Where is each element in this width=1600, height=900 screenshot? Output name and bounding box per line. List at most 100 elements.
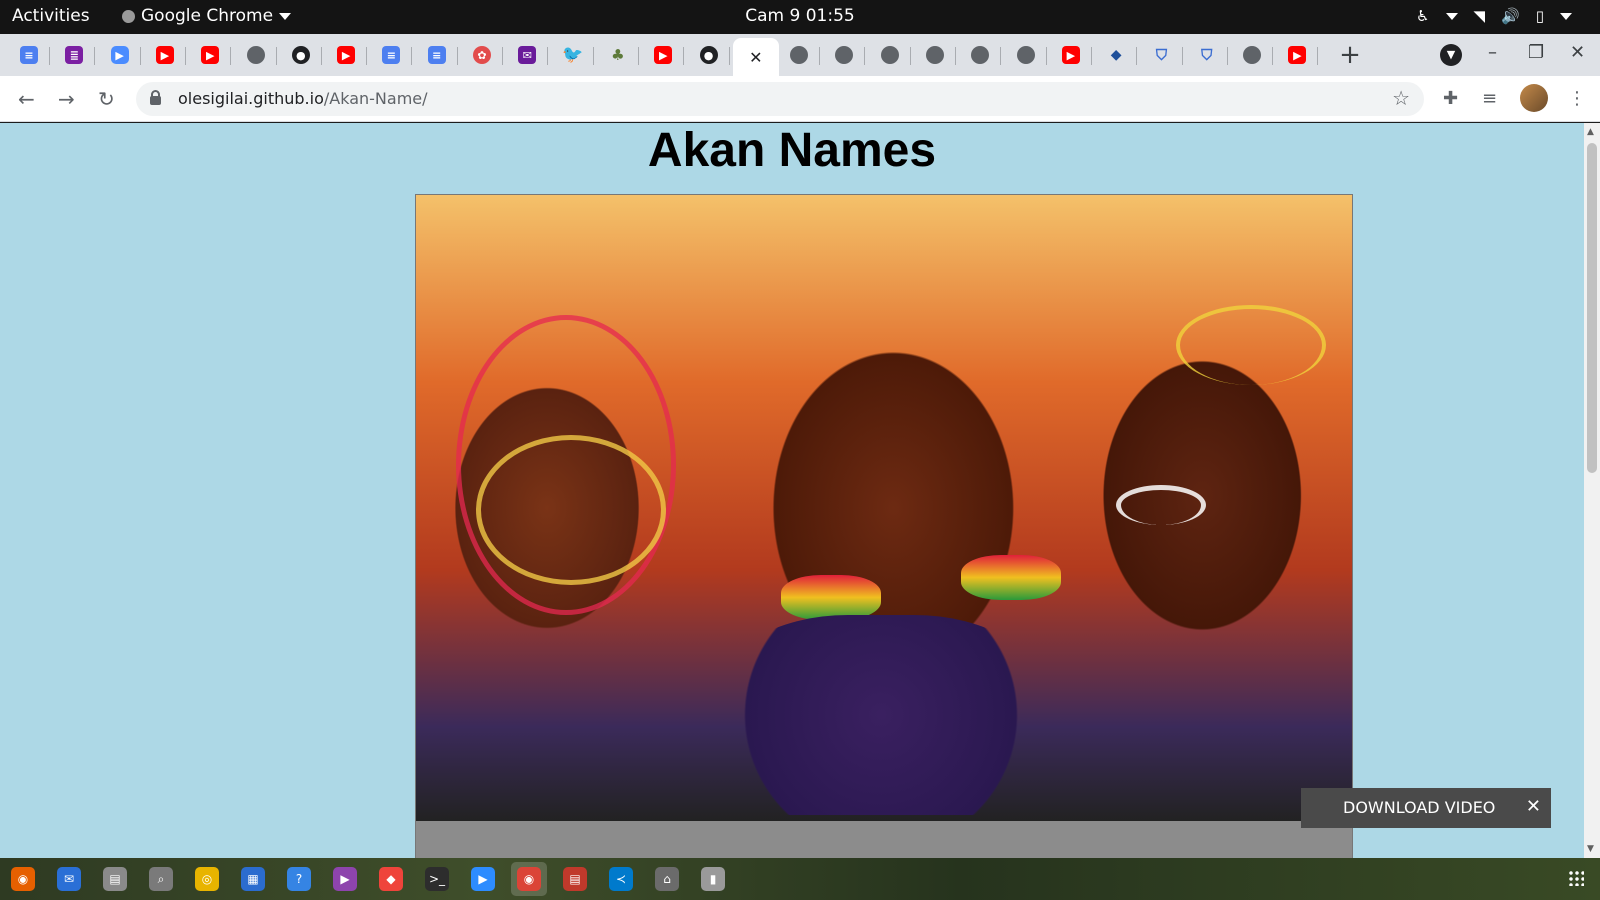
close-overlay-icon[interactable]: ✕ — [1526, 796, 1541, 817]
browser-tab[interactable]: ≡ — [416, 39, 458, 71]
browser-tab[interactable]: ▶ — [189, 39, 232, 71]
browser-tab[interactable]: ▶ — [1276, 39, 1319, 71]
vscode-icon[interactable]: ≺ — [608, 866, 634, 892]
drive-icon[interactable]: ▮ — [700, 866, 726, 892]
video-icon[interactable]: ▶ — [332, 866, 358, 892]
document-viewer-icon[interactable]: ▤ — [562, 866, 588, 892]
browser-tab[interactable]: ◆ — [1095, 39, 1138, 71]
show-applications-icon[interactable] — [1568, 870, 1584, 886]
extensions-puzzle-icon[interactable]: ✚ — [1443, 88, 1458, 109]
docs-icon: ≡ — [20, 46, 38, 64]
active-tab-close-icon[interactable]: ✕ — [749, 48, 762, 67]
browser-tab[interactable]: 🐦 — [552, 39, 594, 71]
firefox-glyph: ◉ — [11, 867, 35, 891]
chevron-down-icon — [1560, 12, 1572, 20]
activities-button[interactable]: Activities — [12, 6, 90, 26]
firefox-icon[interactable]: ◉ — [10, 866, 36, 892]
browser-tab[interactable]: ● — [280, 39, 322, 71]
tab-active[interactable]: ✕ — [732, 38, 779, 76]
youtube-icon: ▶ — [1288, 46, 1307, 64]
minimize-button[interactable]: – — [1488, 42, 1497, 63]
browser-tab[interactable]: ▶ — [325, 39, 368, 71]
writer-icon[interactable]: ▦ — [240, 866, 266, 892]
browser-tab[interactable]: ● — [688, 39, 730, 71]
github-icon: ● — [291, 46, 310, 64]
app-menu[interactable]: Google Chrome — [122, 6, 292, 26]
docs-icon: ≡ — [382, 46, 401, 64]
zoom-icon[interactable]: ▶ — [470, 866, 496, 892]
files-icon[interactable]: ▤ — [102, 866, 128, 892]
url-text[interactable]: olesigilai.github.io/Akan-Name/ — [178, 89, 428, 108]
docs-icon: ≡ — [427, 46, 446, 64]
browser-tab[interactable]: ▶ — [99, 39, 141, 71]
anydesk-icon[interactable]: ◆ — [378, 866, 404, 892]
help-icon[interactable]: ? — [286, 866, 312, 892]
browser-tab[interactable]: ♣ — [597, 39, 639, 71]
zoom-icon: ▶ — [110, 46, 129, 64]
browser-tab[interactable] — [914, 39, 956, 71]
browser-tab[interactable]: ≣ — [53, 39, 96, 71]
browser-tab[interactable] — [959, 39, 1002, 71]
browser-tab[interactable] — [869, 39, 911, 71]
youtube-icon: ▶ — [654, 46, 673, 64]
download-video-overlay[interactable]: DOWNLOAD VIDEO ✕ — [1301, 788, 1551, 828]
browser-tab[interactable]: ✉ — [506, 39, 549, 71]
lock-icon[interactable] — [150, 90, 161, 105]
screenshot-icon[interactable]: ⌕ — [148, 866, 174, 892]
battery-icon: ▯ — [1535, 7, 1544, 25]
browser-tab[interactable]: ⛉ — [1141, 39, 1183, 71]
bookmark-star-icon[interactable]: ☆ — [1392, 86, 1410, 110]
children-face-paint-photo — [416, 195, 1352, 821]
browser-tab[interactable]: ▶ — [144, 39, 186, 71]
globe-icon — [1243, 46, 1262, 64]
page-title: Akan Names — [647, 124, 937, 177]
browser-tab[interactable]: ≡ — [370, 39, 413, 71]
thunderbird-icon[interactable]: ✉ — [56, 866, 82, 892]
scroll-down-arrow-icon[interactable]: ▼ — [1587, 844, 1594, 854]
tab-search-button[interactable]: ▼ — [1440, 44, 1462, 66]
usb-icon[interactable]: ⌂ — [654, 866, 680, 892]
back-button[interactable]: ← — [18, 87, 35, 111]
url-path: /Akan-Name/ — [323, 89, 428, 108]
media-queue-icon[interactable]: ≡ — [1482, 88, 1497, 109]
browser-tab[interactable]: ✿ — [461, 39, 503, 71]
browser-tab[interactable] — [823, 39, 866, 71]
browser-tab[interactable] — [1005, 39, 1047, 71]
browser-tab[interactable]: ▶ — [1050, 39, 1092, 71]
download-video-button[interactable]: DOWNLOAD VIDEO — [1343, 798, 1495, 817]
writer-glyph: ▦ — [241, 867, 265, 891]
scrollbar-thumb[interactable] — [1587, 143, 1597, 473]
browser-tab[interactable] — [235, 39, 277, 71]
browser-tab[interactable] — [778, 39, 821, 71]
rhythmbox-icon[interactable]: ◎ — [194, 866, 220, 892]
terminal-icon[interactable]: >_ — [424, 866, 450, 892]
reload-button[interactable]: ↻ — [98, 87, 115, 111]
github-icon: ● — [699, 46, 718, 64]
browser-tab[interactable]: ⛉ — [1186, 39, 1228, 71]
volume-icon: 🔊 — [1501, 7, 1520, 25]
accessibility-icon[interactable]: ♿ — [1416, 7, 1429, 25]
profile-avatar[interactable] — [1520, 84, 1548, 112]
menu-kebab-icon[interactable]: ⋮ — [1568, 88, 1586, 109]
system-tray[interactable]: ♿ ◥ 🔊 ▯ — [1416, 7, 1572, 25]
wifi-icon: ◥ — [1473, 7, 1486, 25]
forward-button[interactable]: → — [58, 87, 75, 111]
maximize-button[interactable]: ❐ — [1528, 42, 1544, 63]
new-tab-button[interactable]: + — [1336, 42, 1364, 70]
globe-icon — [835, 46, 854, 64]
globe-icon — [880, 46, 899, 64]
youtube-icon: ▶ — [201, 46, 220, 64]
youtube-icon: ▶ — [155, 46, 174, 64]
scroll-up-arrow-icon[interactable]: ▲ — [1587, 127, 1594, 137]
globe-icon — [246, 46, 265, 64]
chrome-icon[interactable]: ◉ — [511, 862, 547, 896]
chevron-down-icon — [279, 12, 292, 20]
browser-tab[interactable]: ≡ — [8, 39, 50, 71]
browser-tab[interactable]: ▶ — [642, 39, 685, 71]
youtube-icon: ▶ — [1061, 46, 1080, 64]
address-bar[interactable]: olesigilai.github.io/Akan-Name/ ☆ — [136, 82, 1424, 116]
browser-tab[interactable] — [1231, 39, 1274, 71]
page-scrollbar[interactable]: ▲ ▼ — [1584, 123, 1600, 858]
help-glyph: ? — [287, 867, 311, 891]
close-window-button[interactable]: ✕ — [1570, 42, 1585, 63]
